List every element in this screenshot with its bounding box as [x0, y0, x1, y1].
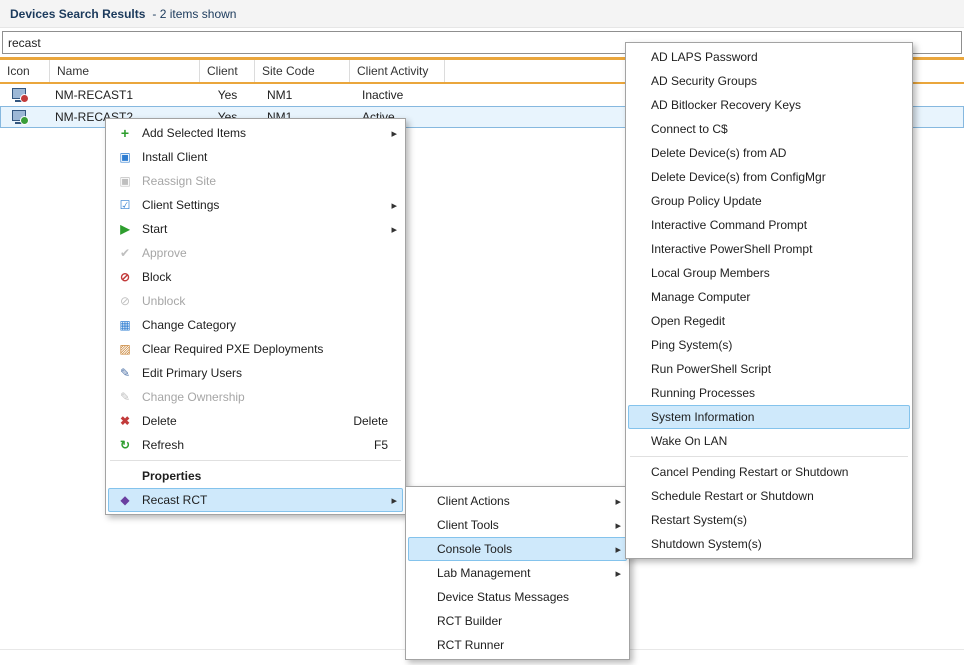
recast-logo-icon: ◆ [117, 494, 133, 506]
menu-item-running-processes[interactable]: Running Processes [628, 381, 910, 405]
menu-item-rct-builder[interactable]: RCT Builder [408, 609, 627, 633]
menu-item-connect-to-c[interactable]: Connect to C$ [628, 117, 910, 141]
menu-item-client-actions[interactable]: Client Actions ▸ [408, 489, 627, 513]
column-header-icon[interactable]: Icon [0, 60, 50, 82]
menu-item-open-regedit[interactable]: Open Regedit [628, 309, 910, 333]
approve-check-icon: ✔ [117, 247, 133, 259]
delete-x-icon: ✖ [117, 415, 133, 427]
menu-separator [630, 456, 908, 457]
change-ownership-icon: ✎ [117, 391, 133, 403]
column-header-client[interactable]: Client [200, 60, 255, 82]
device-site-code: NM1 [255, 84, 350, 106]
menu-item-interactive-powershell-prompt[interactable]: Interactive PowerShell Prompt [628, 237, 910, 261]
device-icon [11, 88, 28, 103]
clear-pxe-icon: ▨ [117, 343, 133, 355]
menu-item-change-ownership[interactable]: ✎ Change Ownership [108, 385, 403, 409]
menu-item-add-selected-items[interactable]: + Add Selected Items ▸ [108, 121, 403, 145]
chevron-right-icon: ▸ [391, 127, 397, 140]
device-icon [11, 110, 28, 125]
device-context-menu: + Add Selected Items ▸ ▣ Install Client … [105, 118, 406, 515]
menu-item-refresh[interactable]: ↻ Refresh F5 [108, 433, 403, 457]
device-name: NM-RECAST1 [50, 84, 200, 106]
console-tools-submenu: AD LAPS Password AD Security Groups AD B… [625, 42, 913, 559]
play-icon: ▶ [117, 223, 133, 235]
menu-item-device-status-messages[interactable]: Device Status Messages [408, 585, 627, 609]
menu-item-run-powershell-script[interactable]: Run PowerShell Script [628, 357, 910, 381]
menu-item-ad-laps-password[interactable]: AD LAPS Password [628, 45, 910, 69]
menu-item-ad-bitlocker-recovery-keys[interactable]: AD Bitlocker Recovery Keys [628, 93, 910, 117]
page-title: Devices Search Results [10, 7, 145, 21]
reassign-site-icon: ▣ [117, 175, 133, 187]
menu-item-unblock[interactable]: ⊘ Unblock [108, 289, 403, 313]
menu-item-properties[interactable]: Properties [108, 464, 403, 488]
menu-item-delete-devices-from-ad[interactable]: Delete Device(s) from AD [628, 141, 910, 165]
menu-item-console-tools[interactable]: Console Tools ▸ [408, 537, 627, 561]
plus-icon: + [117, 126, 133, 140]
menu-item-delete-devices-from-configmgr[interactable]: Delete Device(s) from ConfigMgr [628, 165, 910, 189]
menu-item-client-tools[interactable]: Client Tools ▸ [408, 513, 627, 537]
menu-item-system-information[interactable]: System Information [628, 405, 910, 429]
column-header-name[interactable]: Name [50, 60, 200, 82]
menu-item-shutdown-systems[interactable]: Shutdown System(s) [628, 532, 910, 556]
column-header-site-code[interactable]: Site Code [255, 60, 350, 82]
menu-shortcut: F5 [374, 438, 388, 452]
menu-item-approve[interactable]: ✔ Approve [108, 241, 403, 265]
chevron-right-icon: ▸ [615, 519, 621, 532]
menu-item-manage-computer[interactable]: Manage Computer [628, 285, 910, 309]
device-client-activity: Inactive [350, 84, 445, 106]
menu-item-interactive-command-prompt[interactable]: Interactive Command Prompt [628, 213, 910, 237]
recast-rct-submenu: Client Actions ▸ Client Tools ▸ Console … [405, 486, 630, 660]
edit-user-icon: ✎ [117, 367, 133, 379]
menu-item-install-client[interactable]: ▣ Install Client [108, 145, 403, 169]
page-title-bar: Devices Search Results - 2 items shown [0, 0, 964, 28]
menu-shortcut: Delete [353, 414, 388, 428]
menu-item-schedule-restart-or-shutdown[interactable]: Schedule Restart or Shutdown [628, 484, 910, 508]
install-client-icon: ▣ [117, 151, 133, 163]
chevron-right-icon: ▸ [391, 223, 397, 236]
block-icon: ⊘ [117, 271, 133, 283]
menu-item-lab-management[interactable]: Lab Management ▸ [408, 561, 627, 585]
menu-item-start[interactable]: ▶ Start ▸ [108, 217, 403, 241]
menu-item-wake-on-lan[interactable]: Wake On LAN [628, 429, 910, 453]
chevron-right-icon: ▸ [615, 495, 621, 508]
menu-item-local-group-members[interactable]: Local Group Members [628, 261, 910, 285]
chevron-right-icon: ▸ [615, 567, 621, 580]
menu-item-rct-runner[interactable]: RCT Runner [408, 633, 627, 657]
menu-item-block[interactable]: ⊘ Block [108, 265, 403, 289]
menu-item-ping-systems[interactable]: Ping System(s) [628, 333, 910, 357]
menu-item-restart-systems[interactable]: Restart System(s) [628, 508, 910, 532]
menu-item-cancel-pending-restart-or-shutdown[interactable]: Cancel Pending Restart or Shutdown [628, 460, 910, 484]
chevron-right-icon: ▸ [391, 494, 397, 507]
menu-item-ad-security-groups[interactable]: AD Security Groups [628, 69, 910, 93]
items-shown-count: - 2 items shown [152, 7, 236, 21]
menu-item-edit-primary-users[interactable]: ✎ Edit Primary Users [108, 361, 403, 385]
menu-item-change-category[interactable]: ▦ Change Category [108, 313, 403, 337]
devices-search-results-window: Devices Search Results - 2 items shown I… [0, 0, 964, 665]
menu-item-group-policy-update[interactable]: Group Policy Update [628, 189, 910, 213]
device-client: Yes [200, 84, 255, 106]
change-category-icon: ▦ [117, 319, 133, 331]
menu-item-clear-required-pxe-deployments[interactable]: ▨ Clear Required PXE Deployments [108, 337, 403, 361]
chevron-right-icon: ▸ [615, 543, 621, 556]
refresh-icon: ↻ [117, 439, 133, 451]
menu-item-client-settings[interactable]: ☑ Client Settings ▸ [108, 193, 403, 217]
client-settings-icon: ☑ [117, 199, 133, 211]
menu-item-recast-rct[interactable]: ◆ Recast RCT ▸ [108, 488, 403, 512]
menu-item-delete[interactable]: ✖ Delete Delete [108, 409, 403, 433]
column-header-client-activity[interactable]: Client Activity [350, 60, 445, 82]
menu-separator [110, 460, 401, 461]
menu-item-reassign-site[interactable]: ▣ Reassign Site [108, 169, 403, 193]
unblock-icon: ⊘ [117, 295, 133, 307]
chevron-right-icon: ▸ [391, 199, 397, 212]
